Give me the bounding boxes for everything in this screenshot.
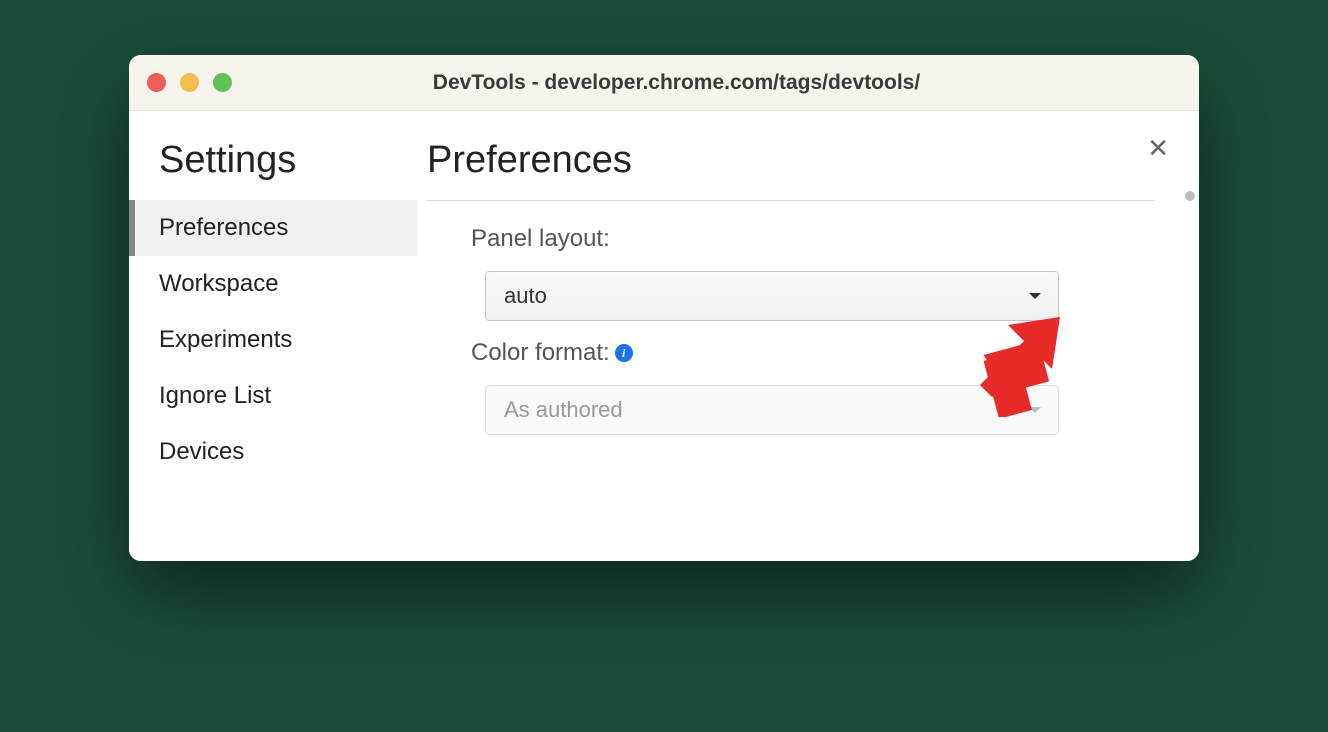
sidebar-item-label: Preferences (159, 214, 288, 241)
sidebar-item-devices[interactable]: Devices (129, 424, 417, 480)
settings-main-panel: Preferences Panel layout: auto Color for… (417, 111, 1199, 561)
sidebar-item-experiments[interactable]: Experiments (129, 312, 417, 368)
sidebar-item-label: Ignore List (159, 382, 271, 409)
chevron-down-icon (1028, 292, 1042, 300)
panel-layout-select[interactable]: auto (485, 271, 1059, 321)
color-format-field: Color format: i As authored (471, 339, 1155, 435)
sidebar-heading: Settings (129, 139, 417, 200)
sidebar-item-preferences[interactable]: Preferences (129, 200, 417, 256)
color-format-value: As authored (504, 397, 623, 423)
panel-layout-value: auto (504, 283, 547, 309)
color-format-select[interactable]: As authored (485, 385, 1059, 435)
heading-divider (427, 200, 1155, 201)
sidebar-item-label: Devices (159, 438, 244, 465)
main-heading: Preferences (427, 139, 1155, 200)
panel-layout-label: Panel layout: (471, 225, 610, 253)
sidebar-item-label: Workspace (159, 270, 279, 297)
sidebar-item-label: Experiments (159, 326, 292, 353)
info-icon[interactable]: i (615, 344, 633, 362)
close-window-button[interactable] (147, 73, 166, 92)
sidebar-item-ignore-list[interactable]: Ignore List (129, 368, 417, 424)
scrollbar-thumb[interactable] (1185, 191, 1195, 201)
devtools-settings-window: DevTools - developer.chrome.com/tags/dev… (129, 55, 1199, 561)
chevron-down-icon (1028, 406, 1042, 414)
settings-content: ✕ Settings Preferences Workspace Experim… (129, 111, 1199, 561)
sidebar-item-workspace[interactable]: Workspace (129, 256, 417, 312)
color-format-label: Color format: i (471, 339, 633, 367)
panel-layout-field: Panel layout: auto (471, 225, 1155, 321)
settings-sidebar: Settings Preferences Workspace Experimen… (129, 111, 417, 561)
window-title: DevTools - developer.chrome.com/tags/dev… (172, 71, 1181, 95)
scrollbar-track[interactable] (1183, 191, 1197, 561)
window-titlebar: DevTools - developer.chrome.com/tags/dev… (129, 55, 1199, 111)
color-format-label-text: Color format: (471, 339, 610, 367)
